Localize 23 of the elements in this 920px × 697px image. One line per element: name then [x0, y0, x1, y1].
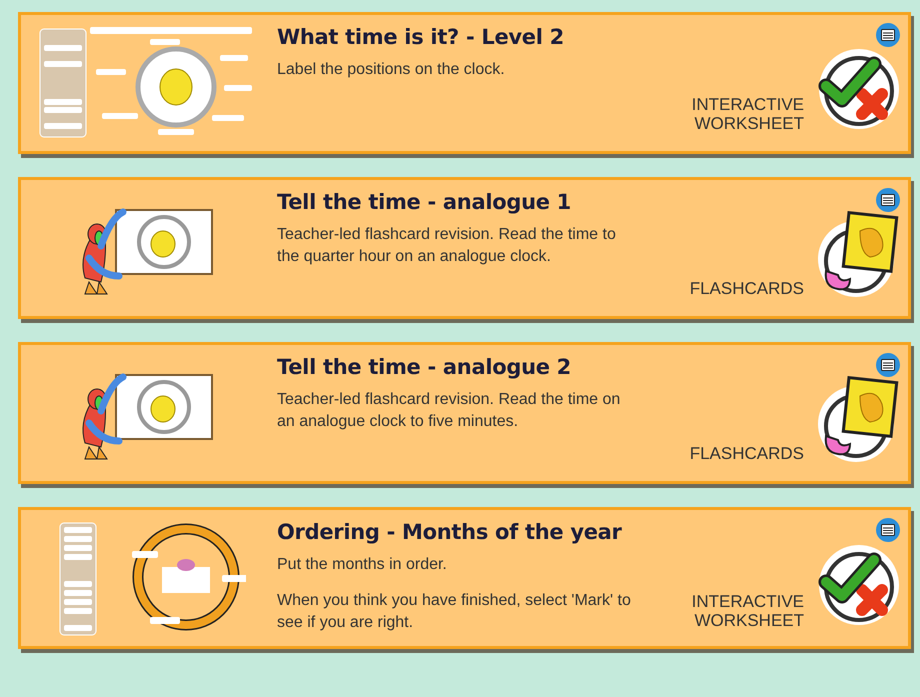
- menu-button[interactable]: [876, 23, 900, 47]
- activity-type-label: INTERACTIVE WORKSHEET: [690, 95, 804, 133]
- menu-button[interactable]: [876, 518, 900, 542]
- activity-description: When you think you have finished, select 'Mark' to see if you are right.: [277, 591, 632, 633]
- activity-type-label: FLASHCARDS: [688, 279, 804, 298]
- activity-type-label: INTERACTIVE WORKSHEET: [690, 592, 804, 630]
- activity-title[interactable]: Tell the time - analogue 2: [277, 355, 638, 379]
- menu-icon: [881, 194, 895, 206]
- activity-description: Put the months in order.: [277, 555, 448, 575]
- activity-title[interactable]: Ordering - Months of the year: [277, 520, 638, 544]
- menu-icon: [881, 29, 895, 41]
- tick-and-cross-icon: [816, 542, 902, 628]
- activity-title[interactable]: Tell the time - analogue 1: [277, 190, 638, 214]
- menu-button[interactable]: [876, 188, 900, 212]
- activity-description: Teacher-led flashcard revision. Read the time to the quarter hour on an analogue clock.: [277, 225, 617, 267]
- menu-icon: [881, 524, 895, 536]
- activity-title[interactable]: What time is it? - Level 2: [277, 25, 638, 49]
- activity-description: Teacher-led flashcard revision. Read the time on an analogue clock to five minutes.: [277, 390, 622, 432]
- activity-type-label: FLASHCARDS: [688, 444, 804, 463]
- activity-description: Label the positions on the clock.: [277, 60, 506, 80]
- menu-icon: [881, 359, 895, 371]
- menu-button[interactable]: [876, 353, 900, 377]
- tick-and-cross-icon: [816, 46, 902, 132]
